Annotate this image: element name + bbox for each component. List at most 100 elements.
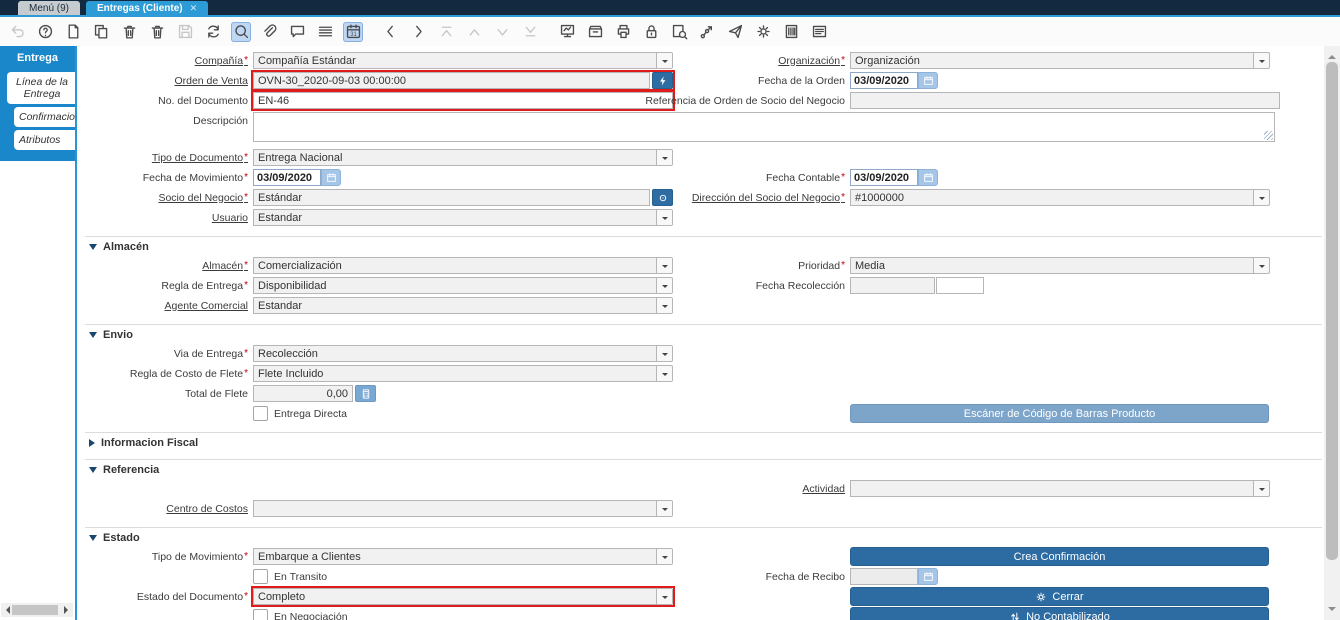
fecha-orden-field[interactable]: 03/09/2020 bbox=[850, 72, 938, 89]
usuario-value[interactable]: Estandar bbox=[253, 209, 657, 226]
fecha-orden-value[interactable]: 03/09/2020 bbox=[850, 72, 918, 89]
chevron-down-icon[interactable] bbox=[657, 277, 673, 294]
close-tab-icon[interactable]: ✕ bbox=[190, 3, 198, 14]
actividad-value[interactable] bbox=[850, 480, 1254, 497]
tipo-documento-combobox[interactable]: Entrega Nacional bbox=[253, 149, 673, 166]
no-documento-field[interactable]: EN-46 bbox=[253, 92, 673, 109]
export-icon[interactable] bbox=[725, 22, 745, 42]
sidebar-tab-entrega[interactable]: Entrega bbox=[0, 46, 75, 69]
scroll-right-icon[interactable] bbox=[64, 606, 72, 614]
cerrar-button[interactable]: Cerrar bbox=[850, 587, 1269, 606]
chevron-down-icon[interactable] bbox=[657, 297, 673, 314]
fecha-recibo-field[interactable] bbox=[850, 568, 938, 585]
regla-entrega-combobox[interactable]: Disponibilidad bbox=[253, 277, 673, 294]
no-contabilizado-button[interactable]: No Contabilizado bbox=[850, 607, 1269, 620]
direccion-socio-combobox[interactable]: #1000000 bbox=[850, 189, 1270, 206]
field-label-actividad[interactable]: Actividad bbox=[802, 483, 845, 495]
calendar-picker-icon[interactable] bbox=[321, 169, 341, 186]
scroll-left-icon[interactable] bbox=[2, 606, 10, 614]
chevron-down-icon[interactable] bbox=[1254, 52, 1270, 69]
resize-grip-icon[interactable] bbox=[1264, 131, 1273, 140]
chevron-down-icon[interactable] bbox=[657, 365, 673, 382]
attachment-icon[interactable] bbox=[259, 22, 279, 42]
tab-menu[interactable]: Menú (9) bbox=[18, 1, 80, 15]
find-icon[interactable] bbox=[231, 22, 251, 42]
section-informacion-fiscal[interactable]: Informacion Fiscal bbox=[85, 432, 1322, 449]
refresh-icon[interactable] bbox=[203, 22, 223, 42]
last-record-icon[interactable] bbox=[520, 22, 540, 42]
toggle-grid-icon[interactable] bbox=[315, 22, 335, 42]
scroll-up-icon[interactable] bbox=[1328, 51, 1336, 59]
field-label-usuario[interactable]: Usuario bbox=[212, 212, 248, 224]
delete-selection-icon[interactable] bbox=[147, 22, 167, 42]
regla-entrega-value[interactable]: Disponibilidad bbox=[253, 277, 657, 294]
fecha-movimiento-field[interactable]: 03/09/2020 bbox=[253, 169, 341, 186]
agente-comercial-combobox[interactable]: Estandar bbox=[253, 297, 673, 314]
fecha-movimiento-value[interactable]: 03/09/2020 bbox=[253, 169, 321, 186]
field-label-tipo-documento[interactable]: Tipo de Documento bbox=[152, 152, 248, 164]
estado-documento-combobox[interactable]: Completo bbox=[253, 588, 673, 605]
entrega-directa-checkbox[interactable] bbox=[253, 406, 268, 421]
parent-record-icon[interactable] bbox=[464, 22, 484, 42]
delete-record-icon[interactable] bbox=[119, 22, 139, 42]
zoom-record-button[interactable] bbox=[652, 72, 673, 89]
prioridad-combobox[interactable]: Media bbox=[850, 257, 1270, 274]
regla-flete-combobox[interactable]: Flete Incluido bbox=[253, 365, 673, 382]
sidebar-tab-linea-entrega[interactable]: Línea de la Entrega bbox=[7, 72, 75, 104]
new-record-icon[interactable] bbox=[63, 22, 83, 42]
organizacion-combobox[interactable]: Organización bbox=[850, 52, 1270, 69]
collapse-triangle-icon[interactable] bbox=[89, 535, 97, 541]
usuario-combobox[interactable]: Estandar bbox=[253, 209, 673, 226]
chevron-down-icon[interactable] bbox=[1254, 480, 1270, 497]
field-label-organizacion[interactable]: Organización bbox=[778, 55, 845, 67]
via-entrega-value[interactable]: Recolección bbox=[253, 345, 657, 362]
descripcion-textarea[interactable] bbox=[253, 112, 1275, 142]
almacen-combobox[interactable]: Comercialización bbox=[253, 257, 673, 274]
archive-icon[interactable] bbox=[585, 22, 605, 42]
detail-record-icon[interactable] bbox=[492, 22, 512, 42]
fecha-recoleccion-time[interactable] bbox=[936, 277, 984, 294]
chat-icon[interactable] bbox=[287, 22, 307, 42]
actividad-combobox[interactable] bbox=[850, 480, 1270, 497]
referencia-orden-field[interactable] bbox=[850, 92, 1280, 109]
sidebar-tab-atributos[interactable]: Atributos bbox=[14, 130, 75, 150]
organizacion-value[interactable]: Organización bbox=[850, 52, 1254, 69]
section-almacen[interactable]: Almacén bbox=[85, 236, 1322, 253]
agente-comercial-value[interactable]: Estandar bbox=[253, 297, 657, 314]
tipo-movimiento-combobox[interactable]: Embarque a Clientes bbox=[253, 548, 673, 565]
report-icon[interactable] bbox=[557, 22, 577, 42]
chevron-down-icon[interactable] bbox=[657, 500, 673, 517]
chevron-down-icon[interactable] bbox=[657, 257, 673, 274]
field-label-socio-negocio[interactable]: Socio del Negocio bbox=[158, 192, 248, 204]
scroll-down-icon[interactable] bbox=[1328, 607, 1336, 615]
next-record-icon[interactable] bbox=[408, 22, 428, 42]
collapse-triangle-icon[interactable] bbox=[89, 332, 97, 338]
previous-record-icon[interactable] bbox=[380, 22, 400, 42]
bpartner-info-button[interactable] bbox=[652, 189, 673, 206]
chevron-down-icon[interactable] bbox=[1254, 189, 1270, 206]
collapse-triangle-icon[interactable] bbox=[89, 467, 97, 473]
undo-icon[interactable] bbox=[7, 22, 27, 42]
socio-negocio-value[interactable]: Estándar bbox=[253, 189, 650, 206]
section-envio[interactable]: Envio bbox=[85, 324, 1322, 341]
calendar-picker-icon[interactable] bbox=[918, 568, 938, 585]
almacen-value[interactable]: Comercialización bbox=[253, 257, 657, 274]
orden-venta-field[interactable]: OVN-30_2020-09-03 00:00:00 bbox=[253, 72, 673, 89]
help-icon[interactable] bbox=[35, 22, 55, 42]
vertical-scrollbar[interactable] bbox=[1324, 46, 1340, 620]
save-icon[interactable] bbox=[175, 22, 195, 42]
direccion-socio-value[interactable]: #1000000 bbox=[850, 189, 1254, 206]
en-transito-checkbox[interactable] bbox=[253, 569, 268, 584]
referencia-orden-value[interactable] bbox=[850, 92, 1280, 109]
print-icon[interactable] bbox=[613, 22, 633, 42]
field-label-centro-costos[interactable]: Centro de Costos bbox=[166, 503, 248, 515]
scroll-thumb[interactable] bbox=[12, 605, 58, 615]
en-negociacion-checkbox[interactable] bbox=[253, 609, 268, 620]
fecha-recibo-value[interactable] bbox=[850, 568, 918, 585]
chevron-down-icon[interactable] bbox=[657, 548, 673, 565]
calendar-picker-icon[interactable] bbox=[918, 169, 938, 186]
chevron-down-icon[interactable] bbox=[657, 588, 673, 605]
chevron-down-icon[interactable] bbox=[1254, 257, 1270, 274]
regla-flete-value[interactable]: Flete Incluido bbox=[253, 365, 657, 382]
chevron-down-icon[interactable] bbox=[657, 345, 673, 362]
